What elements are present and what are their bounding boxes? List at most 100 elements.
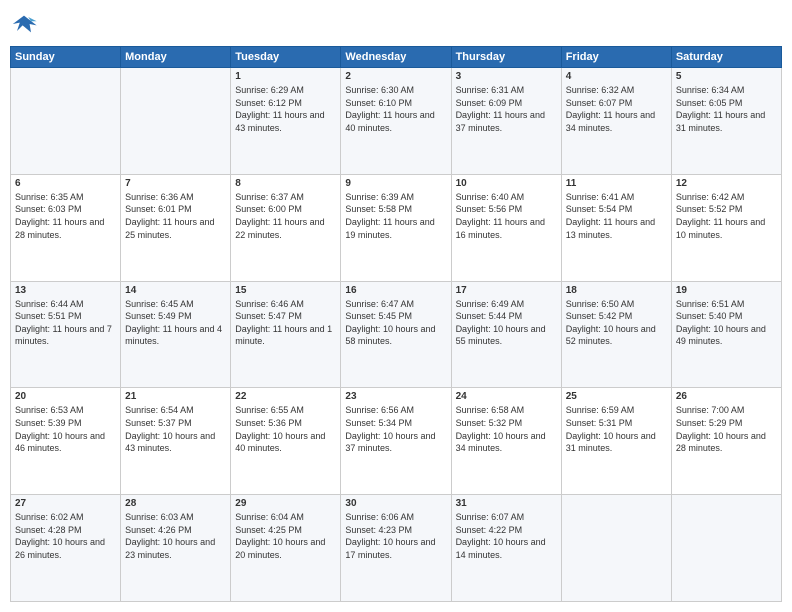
logo (10, 10, 42, 38)
day-number: 14 (125, 285, 226, 296)
day-number: 18 (566, 285, 667, 296)
day-cell: 15Sunrise: 6:46 AM Sunset: 5:47 PM Dayli… (231, 281, 341, 388)
day-info: Sunrise: 6:32 AM Sunset: 6:07 PM Dayligh… (566, 84, 667, 134)
week-row-2: 6 Sunrise: 6:35 AM Sunset: 6:03 PM Daylig… (11, 174, 782, 281)
day-cell: 8 Sunrise: 6:37 AM Sunset: 6:00 PM Daylig… (231, 174, 341, 281)
col-header-wednesday: Wednesday (341, 47, 451, 68)
day-cell: 2Sunrise: 6:30 AM Sunset: 6:10 PM Daylig… (341, 68, 451, 175)
day-cell: 27 Sunrise: 6:02 AM Sunset: 4:28 PM Dayli… (11, 495, 121, 602)
logo-bird-icon (10, 10, 38, 38)
day-info: Sunrise: 6:06 AM Sunset: 4:23 PM Dayligh… (345, 511, 446, 561)
day-cell (671, 495, 781, 602)
day-info: Sunrise: 6:55 AM Sunset: 5:36 PM Dayligh… (235, 404, 336, 454)
day-cell: 29 Sunrise: 6:04 AM Sunset: 4:25 PM Dayli… (231, 495, 341, 602)
day-number: 10 (456, 178, 557, 189)
day-cell (11, 68, 121, 175)
day-number: 11 (566, 178, 667, 189)
day-info: Sunrise: 6:51 AM Sunset: 5:40 PM Dayligh… (676, 298, 777, 348)
day-number: 21 (125, 391, 226, 402)
day-info: Sunrise: 6:49 AM Sunset: 5:44 PM Dayligh… (456, 298, 557, 348)
day-cell: 5Sunrise: 6:34 AM Sunset: 6:05 PM Daylig… (671, 68, 781, 175)
day-cell: 1Sunrise: 6:29 AM Sunset: 6:12 PM Daylig… (231, 68, 341, 175)
day-info: Sunrise: 6:35 AM Sunset: 6:03 PM Dayligh… (15, 191, 116, 241)
col-header-thursday: Thursday (451, 47, 561, 68)
calendar-header-row: SundayMondayTuesdayWednesdayThursdayFrid… (11, 47, 782, 68)
day-cell: 22 Sunrise: 6:55 AM Sunset: 5:36 PM Dayli… (231, 388, 341, 495)
day-number: 24 (456, 391, 557, 402)
day-number: 28 (125, 498, 226, 509)
day-number: 13 (15, 285, 116, 296)
col-header-tuesday: Tuesday (231, 47, 341, 68)
day-number: 7 (125, 178, 226, 189)
day-cell: 13 Sunrise: 6:44 AM Sunset: 5:51 PM Dayli… (11, 281, 121, 388)
day-number: 29 (235, 498, 336, 509)
day-info: Sunrise: 6:37 AM Sunset: 6:00 PM Dayligh… (235, 191, 336, 241)
day-cell (121, 68, 231, 175)
day-number: 3 (456, 71, 557, 82)
day-number: 31 (456, 498, 557, 509)
day-info: Sunrise: 6:59 AM Sunset: 5:31 PM Dayligh… (566, 404, 667, 454)
day-cell: 21Sunrise: 6:54 AM Sunset: 5:37 PM Dayli… (121, 388, 231, 495)
day-number: 12 (676, 178, 777, 189)
day-info: Sunrise: 6:36 AM Sunset: 6:01 PM Dayligh… (125, 191, 226, 241)
day-cell: 16 Sunrise: 6:47 AM Sunset: 5:45 PM Dayli… (341, 281, 451, 388)
week-row-5: 27 Sunrise: 6:02 AM Sunset: 4:28 PM Dayli… (11, 495, 782, 602)
day-info: Sunrise: 6:45 AM Sunset: 5:49 PM Dayligh… (125, 298, 226, 348)
day-info: Sunrise: 6:02 AM Sunset: 4:28 PM Dayligh… (15, 511, 116, 561)
day-cell: 30 Sunrise: 6:06 AM Sunset: 4:23 PM Dayli… (341, 495, 451, 602)
day-info: Sunrise: 6:03 AM Sunset: 4:26 PM Dayligh… (125, 511, 226, 561)
day-cell: 25 Sunrise: 6:59 AM Sunset: 5:31 PM Dayli… (561, 388, 671, 495)
day-cell: 23 Sunrise: 6:56 AM Sunset: 5:34 PM Dayli… (341, 388, 451, 495)
day-number: 22 (235, 391, 336, 402)
day-number: 27 (15, 498, 116, 509)
day-cell: 7 Sunrise: 6:36 AM Sunset: 6:01 PM Daylig… (121, 174, 231, 281)
week-row-3: 13 Sunrise: 6:44 AM Sunset: 5:51 PM Dayli… (11, 281, 782, 388)
calendar-page: SundayMondayTuesdayWednesdayThursdayFrid… (0, 0, 792, 612)
day-number: 23 (345, 391, 446, 402)
day-number: 6 (15, 178, 116, 189)
day-cell: 28 Sunrise: 6:03 AM Sunset: 4:26 PM Dayli… (121, 495, 231, 602)
day-cell: 17 Sunrise: 6:49 AM Sunset: 5:44 PM Dayli… (451, 281, 561, 388)
day-cell: 20 Sunrise: 6:53 AM Sunset: 5:39 PM Dayli… (11, 388, 121, 495)
day-cell: 14 Sunrise: 6:45 AM Sunset: 5:49 PM Dayli… (121, 281, 231, 388)
day-number: 25 (566, 391, 667, 402)
day-info: Sunrise: 6:04 AM Sunset: 4:25 PM Dayligh… (235, 511, 336, 561)
calendar-table: SundayMondayTuesdayWednesdayThursdayFrid… (10, 46, 782, 602)
day-number: 15 (235, 285, 336, 296)
day-cell (561, 495, 671, 602)
day-cell: 26 Sunrise: 7:00 AM Sunset: 5:29 PM Dayli… (671, 388, 781, 495)
day-number: 8 (235, 178, 336, 189)
col-header-sunday: Sunday (11, 47, 121, 68)
day-info: Sunrise: 6:07 AM Sunset: 4:22 PM Dayligh… (456, 511, 557, 561)
day-number: 1 (235, 71, 336, 82)
day-info: Sunrise: 6:56 AM Sunset: 5:34 PM Dayligh… (345, 404, 446, 454)
day-cell: 4 Sunrise: 6:32 AM Sunset: 6:07 PM Daylig… (561, 68, 671, 175)
day-number: 26 (676, 391, 777, 402)
day-cell: 11 Sunrise: 6:41 AM Sunset: 5:54 PM Dayli… (561, 174, 671, 281)
day-info: Sunrise: 7:00 AM Sunset: 5:29 PM Dayligh… (676, 404, 777, 454)
day-number: 5 (676, 71, 777, 82)
day-info: Sunrise: 6:30 AM Sunset: 6:10 PM Dayligh… (345, 84, 446, 134)
day-info: Sunrise: 6:44 AM Sunset: 5:51 PM Dayligh… (15, 298, 116, 348)
col-header-friday: Friday (561, 47, 671, 68)
day-number: 30 (345, 498, 446, 509)
day-info: Sunrise: 6:47 AM Sunset: 5:45 PM Dayligh… (345, 298, 446, 348)
col-header-saturday: Saturday (671, 47, 781, 68)
day-number: 20 (15, 391, 116, 402)
day-info: Sunrise: 6:50 AM Sunset: 5:42 PM Dayligh… (566, 298, 667, 348)
day-info: Sunrise: 6:58 AM Sunset: 5:32 PM Dayligh… (456, 404, 557, 454)
day-info: Sunrise: 6:31 AM Sunset: 6:09 PM Dayligh… (456, 84, 557, 134)
day-info: Sunrise: 6:39 AM Sunset: 5:58 PM Dayligh… (345, 191, 446, 241)
day-number: 16 (345, 285, 446, 296)
day-cell: 31 Sunrise: 6:07 AM Sunset: 4:22 PM Dayli… (451, 495, 561, 602)
day-cell: 6 Sunrise: 6:35 AM Sunset: 6:03 PM Daylig… (11, 174, 121, 281)
day-cell: 12Sunrise: 6:42 AM Sunset: 5:52 PM Dayli… (671, 174, 781, 281)
week-row-1: 1Sunrise: 6:29 AM Sunset: 6:12 PM Daylig… (11, 68, 782, 175)
day-info: Sunrise: 6:53 AM Sunset: 5:39 PM Dayligh… (15, 404, 116, 454)
day-number: 17 (456, 285, 557, 296)
day-info: Sunrise: 6:41 AM Sunset: 5:54 PM Dayligh… (566, 191, 667, 241)
week-row-4: 20 Sunrise: 6:53 AM Sunset: 5:39 PM Dayli… (11, 388, 782, 495)
day-number: 4 (566, 71, 667, 82)
header (10, 10, 782, 38)
day-cell: 24 Sunrise: 6:58 AM Sunset: 5:32 PM Dayli… (451, 388, 561, 495)
